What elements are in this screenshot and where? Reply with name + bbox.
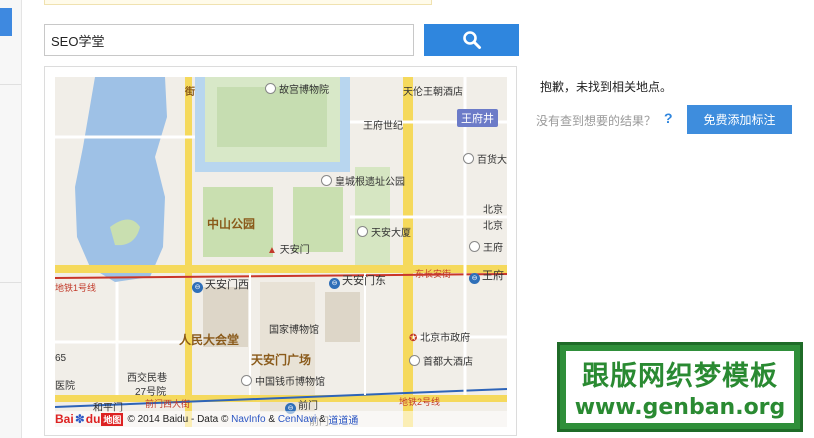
poi-hospital[interactable]: 医院 xyxy=(55,377,75,392)
poi-tianlun-hotel[interactable]: 天伦王朝酒店 xyxy=(403,83,463,98)
poi-huangcheng-park[interactable]: 皇城根遗址公园 xyxy=(321,173,405,188)
metro-tiananmen-west-label: 天安门西 xyxy=(205,279,249,291)
star-icon: ✪ xyxy=(409,333,418,344)
poi-capital-hotel[interactable]: 首都大酒店 xyxy=(409,353,473,368)
metro-icon: ⊖ xyxy=(329,278,340,289)
metro-icon: ⊖ xyxy=(192,282,203,293)
baidu-map-logo[interactable]: Bai ✽ du 地图 xyxy=(55,412,124,426)
copyright-text: © 2014 Baidu - Data © xyxy=(127,413,229,425)
east-main-road xyxy=(403,77,413,427)
poi-department-store[interactable]: 百货大 xyxy=(463,151,507,166)
map-canvas[interactable]: 故宫博物院 街 天伦王朝酒店 王府井 王府世纪 百货大 皇城根遗址公园 北京 北… xyxy=(55,77,507,427)
palace-courtyard xyxy=(217,87,327,147)
logo-du: du xyxy=(85,412,101,426)
map-attribution: Bai ✽ du 地图 © 2014 Baidu - Data © NavInfo &… xyxy=(55,411,507,427)
road-number: 65 xyxy=(55,353,67,364)
national-museum-building xyxy=(325,292,360,342)
watermark-logo: 跟版网织梦模板 www.genban.org xyxy=(557,342,803,432)
add-marker-button[interactable]: 免费添加标注 xyxy=(687,105,792,134)
poi-beijing-top: 北京 xyxy=(483,205,503,216)
metro-tiananmen-east-label: 天安门东 xyxy=(342,275,386,287)
poi-tiananmen-dasha[interactable]: 天安大厦 xyxy=(357,224,411,239)
poi-coin-museum[interactable]: 中国钱币博物馆 xyxy=(241,373,325,388)
metro-line1-label: 地铁1号线 xyxy=(55,283,97,293)
park-label-zhongshan[interactable]: 中山公园 xyxy=(207,215,255,232)
watermark-url: www.genban.org xyxy=(574,395,786,420)
metro-tiananmen-east[interactable]: ⊖ 天安门东 xyxy=(329,272,386,289)
sidebar-divider xyxy=(0,282,21,283)
poi-wangfu-right[interactable]: 王府 xyxy=(469,239,503,254)
watermark-title: 跟版网织梦模板 xyxy=(582,361,778,392)
poi-tiananmen-gate[interactable]: ▲ 天安门 xyxy=(267,241,310,256)
poi-tiananmen-square[interactable]: 天安门广场 xyxy=(251,351,311,368)
road-label: 街 xyxy=(185,87,195,98)
cennavi-link[interactable]: CenNavi xyxy=(278,414,316,425)
sidebar-divider xyxy=(0,84,21,85)
metro-tiananmen-west[interactable]: ⊖ 天安门西 xyxy=(192,276,249,293)
attribution-separator: & xyxy=(318,413,326,425)
metro-wangfujing-label: 王府 xyxy=(482,270,504,282)
baidu-paw-icon: ✽ xyxy=(74,412,85,426)
search-input[interactable] xyxy=(44,24,414,56)
tiananmen-gate-label: 天安门 xyxy=(279,245,310,256)
notice-strip xyxy=(44,0,432,5)
poi-forbidden-city[interactable]: 故宫博物院 xyxy=(265,81,329,96)
sidebar-active-tab[interactable] xyxy=(0,8,12,36)
poi-great-hall[interactable]: 人民大会堂 xyxy=(179,331,239,348)
tiananmen-gate-icon: ▲ xyxy=(267,245,277,256)
metro-icon: ⊖ xyxy=(469,273,480,284)
logo-ditu: 地图 xyxy=(101,412,124,426)
attribution-separator: & xyxy=(268,413,276,425)
not-found-message: 抱歉，未找到相关地点。 xyxy=(540,80,673,94)
road-label-dongchang: 东长安街 xyxy=(415,269,452,279)
question-icon[interactable]: ? xyxy=(664,110,673,126)
daodaotong-link[interactable]: 道道通 xyxy=(328,412,358,427)
metro-wangfujing[interactable]: ⊖ 王府 xyxy=(469,267,504,284)
poi-27-yard[interactable]: 27号院 xyxy=(135,383,166,398)
poi-national-museum[interactable]: 国家博物馆 xyxy=(269,321,319,336)
metro-station-wangfujing[interactable]: 王府井 xyxy=(457,109,498,127)
logo-bai: Bai xyxy=(55,412,74,426)
poi-beijing-govt-label: 北京市政府 xyxy=(420,333,471,344)
left-sidebar xyxy=(0,0,22,438)
road-label-xijiao: 西交民巷 xyxy=(127,373,167,384)
poi-beijing-govt[interactable]: ✪ 北京市政府 xyxy=(409,329,470,344)
no-result-prompt: 没有查到想要的结果？ xyxy=(536,114,657,128)
west-main-road xyxy=(185,77,192,427)
map-panel: 故宫博物院 街 天伦王朝酒店 王府井 王府世纪 百货大 皇城根遗址公园 北京 北… xyxy=(44,66,517,436)
road-label-qianmen-west: 前门西大街 xyxy=(145,399,191,409)
tiananmen-square xyxy=(260,282,315,412)
poi-beijing-mid: 北京 xyxy=(483,221,503,232)
search-button[interactable] xyxy=(424,24,519,56)
navinfo-link[interactable]: NavInfo xyxy=(231,414,265,425)
metro-line2-label: 地铁2号线 xyxy=(399,397,441,407)
poi-wangfu-shiji[interactable]: 王府世纪 xyxy=(363,117,403,132)
watermark-inner: 跟版网织梦模板 www.genban.org xyxy=(564,349,796,425)
magnifier-icon xyxy=(462,31,481,49)
app-frame: 故宫博物院 街 天伦王朝酒店 王府井 王府世纪 百货大 皇城根遗址公园 北京 北… xyxy=(0,0,814,438)
